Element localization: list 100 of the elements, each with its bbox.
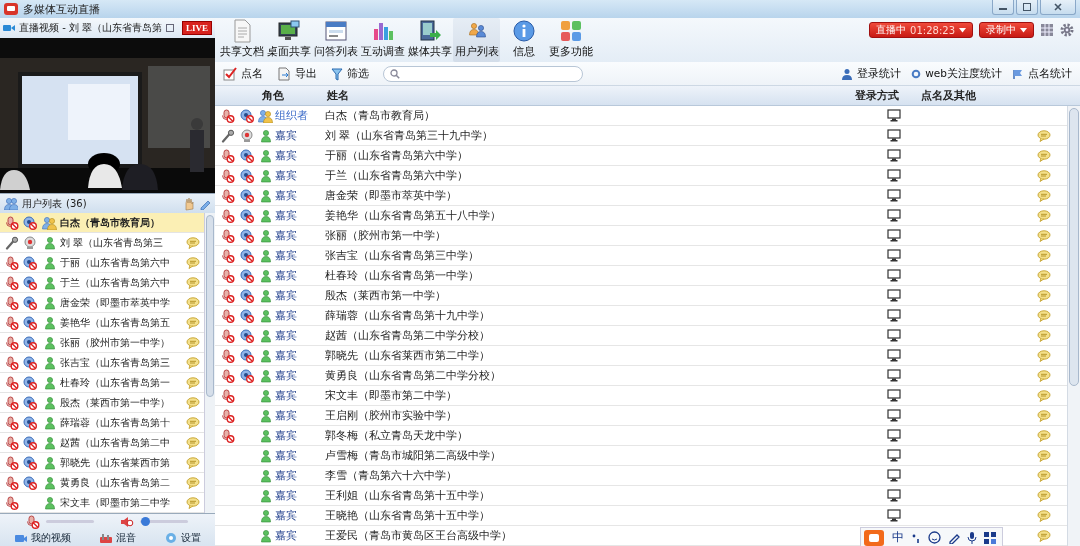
table-row[interactable]: 嘉宾 于兰（山东省青岛第六中学） xyxy=(215,166,1067,186)
search-icon xyxy=(390,68,400,79)
user-list-item[interactable]: 宋文丰（即墨市第二中学 xyxy=(0,493,204,513)
table-row[interactable]: 嘉宾 黄勇良（山东省青岛第二中学分校） xyxy=(215,366,1067,386)
table-row[interactable]: 嘉宾 郭冬梅（私立青岛天龙中学） xyxy=(215,426,1067,446)
user-list-item[interactable]: 白杰（青岛市教育局） xyxy=(0,213,204,233)
user-name: 张吉宝（山东省青岛第三 xyxy=(60,355,171,370)
table-row[interactable]: 嘉宾 张丽（胶州市第一中学） xyxy=(215,226,1067,246)
user-list-item[interactable]: 张吉宝（山东省青岛第三 xyxy=(0,353,204,373)
toolbar-button[interactable]: 信息 xyxy=(500,18,547,62)
action-button[interactable]: 导出 xyxy=(277,66,317,81)
panel-button[interactable]: 我的视频 xyxy=(12,531,73,545)
scrollbar[interactable] xyxy=(1067,106,1080,546)
live-status-button[interactable]: 直播中 01:28:23 xyxy=(869,22,973,38)
user-list-item[interactable]: 于丽（山东省青岛第六中 xyxy=(0,253,204,273)
user-list-item[interactable]: 于兰（山东省青岛第六中 xyxy=(0,273,204,293)
user-name: 殷杰（莱西市第一中学） xyxy=(60,395,171,410)
action-button[interactable]: 筛选 xyxy=(331,66,369,81)
action-button[interactable]: 点名 xyxy=(223,66,263,81)
table-row[interactable]: 嘉宾 薛瑞蓉（山东省青岛第十九中学） xyxy=(215,306,1067,326)
name-cell-text: 于兰（山东省青岛第六中学） xyxy=(325,168,469,183)
slider-track[interactable] xyxy=(46,520,94,523)
table-row[interactable]: 嘉宾 于丽（山东省青岛第六中学） xyxy=(215,146,1067,166)
user-name: 薛瑞蓉（山东省青岛第十 xyxy=(60,415,171,430)
user-list-item[interactable]: 薛瑞蓉（山东省青岛第十 xyxy=(0,413,204,433)
table-row[interactable]: 嘉宾 杜春玲（山东省青岛第一中学） xyxy=(215,266,1067,286)
export-icon xyxy=(277,66,291,81)
monitor-icon xyxy=(887,189,901,202)
monitor-icon xyxy=(887,229,901,242)
table-row[interactable]: 嘉宾 郭晓先（山东省莱西市第二中学） xyxy=(215,346,1067,366)
slider-thumb[interactable] xyxy=(140,517,150,526)
table-row[interactable]: 组织者 白杰（青岛市教育局） xyxy=(215,106,1067,126)
maximize-button[interactable] xyxy=(1016,0,1038,15)
table-row[interactable]: 嘉宾 卢雪梅（青岛市城阳第二高级中学） xyxy=(215,446,1067,466)
table-row[interactable]: 嘉宾 张吉宝（山东省青岛第三中学） xyxy=(215,246,1067,266)
column-header[interactable]: 登录方式 xyxy=(853,88,913,103)
role-cell-text: 嘉宾 xyxy=(275,328,298,343)
grid-icon[interactable] xyxy=(984,531,996,544)
stats-link[interactable]: 登录统计 xyxy=(841,66,902,81)
table-row[interactable]: 嘉宾 王利姐（山东省青岛第十五中学） xyxy=(215,486,1067,506)
volume-slider[interactable] xyxy=(140,520,188,523)
smiley-icon[interactable] xyxy=(928,531,941,544)
toolbar-button[interactable]: 桌面共享 xyxy=(265,18,312,62)
table-row[interactable]: 嘉宾 殷杰（莱西市第一中学） xyxy=(215,286,1067,306)
user-list-item[interactable]: 郭晓先（山东省莱西市第 xyxy=(0,453,204,473)
user-list-item[interactable]: 唐金荣（即墨市萃英中学 xyxy=(0,293,204,313)
search-field[interactable] xyxy=(383,65,583,82)
user-name: 黄勇良（山东省青岛第二 xyxy=(60,475,171,490)
column-header[interactable]: 角色 xyxy=(257,88,325,103)
user-list-item[interactable]: 姜艳华（山东省青岛第五 xyxy=(0,313,204,333)
monitor-icon xyxy=(887,449,901,462)
panel-button[interactable]: 设置 xyxy=(162,531,203,545)
role-cell-text: 嘉宾 xyxy=(275,508,298,523)
user-name: 刘 翠（山东省青岛第三 xyxy=(60,235,165,250)
minimize-button[interactable] xyxy=(992,0,1014,15)
microphone-icon[interactable] xyxy=(967,531,977,544)
logo-icon[interactable] xyxy=(863,529,885,546)
user-list-item[interactable]: 赵茜（山东省青岛第二中 xyxy=(0,433,204,453)
close-button[interactable] xyxy=(1040,0,1076,15)
toolbar-button[interactable]: 媒体共享 xyxy=(406,18,453,62)
panel-button[interactable]: 混音 xyxy=(97,531,138,545)
user-list-item[interactable]: 杜春玲（山东省青岛第一 xyxy=(0,373,204,393)
role-cell-text: 组织者 xyxy=(275,108,309,123)
camera-icon xyxy=(14,532,28,544)
monitor-icon xyxy=(887,389,901,402)
column-header[interactable]: 姓名 xyxy=(325,88,853,103)
toolbar-button[interactable]: 问答列表 xyxy=(312,18,359,62)
input-mode-label[interactable]: 中 xyxy=(892,529,904,546)
user-list-item[interactable]: 张丽（胶州市第一中学） xyxy=(0,333,204,353)
user-list-item[interactable]: 黄勇良（山东省青岛第二 xyxy=(0,473,204,493)
stats-link[interactable]: web关注度统计 xyxy=(911,66,1002,81)
role-cell-text: 嘉宾 xyxy=(275,288,298,303)
hand-icon[interactable] xyxy=(183,196,195,211)
table-row[interactable]: 嘉宾 姜艳华（山东省青岛第五十八中学） xyxy=(215,206,1067,226)
toolbar-button[interactable]: 用户列表 xyxy=(453,18,500,62)
apps-icon xyxy=(558,19,583,43)
table-row[interactable]: 嘉宾 王晓艳（山东省青岛第十五中学） xyxy=(215,506,1067,526)
monitor-icon xyxy=(887,469,901,482)
table-row[interactable]: 嘉宾 赵茜（山东省青岛第二中学分校） xyxy=(215,326,1067,346)
table-row[interactable]: 嘉宾 刘 翠（山东省青岛第三十九中学） xyxy=(215,126,1067,146)
user-list-item[interactable]: 刘 翠（山东省青岛第三 xyxy=(0,233,204,253)
table-row[interactable]: 嘉宾 唐金荣（即墨市萃英中学） xyxy=(215,186,1067,206)
toolbar-button[interactable]: 更多功能 xyxy=(547,18,594,62)
toolbar-button[interactable]: 共享文档 xyxy=(218,18,265,62)
user-list-item[interactable]: 殷杰（莱西市第一中学） xyxy=(0,393,204,413)
scrollbar[interactable] xyxy=(204,213,215,513)
table-row[interactable]: 嘉宾 宋文丰（即墨市第二中学） xyxy=(215,386,1067,406)
table-row[interactable]: 嘉宾 王启刚（胶州市实验中学） xyxy=(215,406,1067,426)
role-cell-text: 嘉宾 xyxy=(275,448,298,463)
stats-link[interactable]: 点名统计 xyxy=(1012,66,1072,81)
toolbar-button[interactable]: 互动调查 xyxy=(359,18,406,62)
user-name: 张丽（胶州市第一中学） xyxy=(60,335,171,350)
table-row[interactable]: 嘉宾 李雪（青岛第六十六中学） xyxy=(215,466,1067,486)
desktop-icon xyxy=(276,19,301,43)
role-cell-text: 嘉宾 xyxy=(275,388,298,403)
video-camera-icon xyxy=(3,23,15,33)
record-status-button[interactable]: 录制中 xyxy=(979,22,1034,38)
column-header[interactable]: 点名及其他 xyxy=(913,88,1068,103)
user-name: 赵茜（山东省青岛第二中 xyxy=(60,435,171,450)
live-badge: LIVE xyxy=(182,21,212,35)
